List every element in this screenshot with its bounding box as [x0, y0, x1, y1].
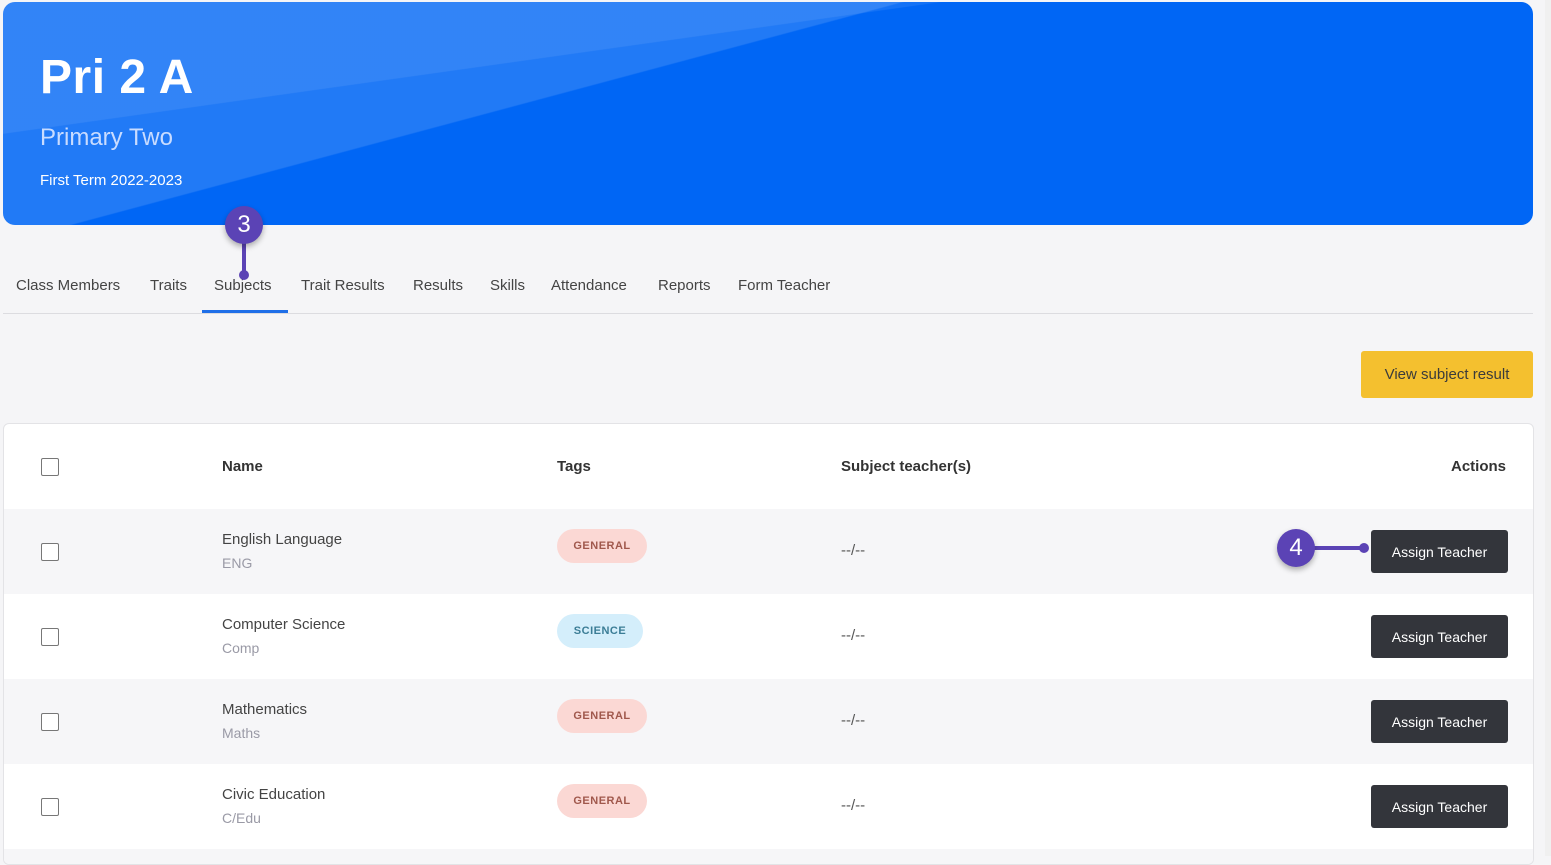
tab-attendance[interactable]: Attendance: [551, 277, 627, 294]
page-scrollbar[interactable]: [1545, 0, 1551, 856]
step-4-badge: 4: [1277, 529, 1315, 567]
subject-name: Civic Education: [222, 786, 326, 803]
subject-teacher: --/--: [841, 712, 866, 729]
active-tab-indicator: [202, 310, 288, 313]
subject-name: Mathematics: [222, 701, 308, 718]
tab-form-teacher[interactable]: Form Teacher: [738, 277, 830, 294]
subject-name: Computer Science: [222, 616, 346, 633]
subject-teacher: --/--: [841, 797, 866, 814]
banner-decoration: [3, 2, 1533, 225]
assign-teacher-button[interactable]: Assign Teacher: [1371, 530, 1508, 573]
column-header-tags: Tags: [557, 458, 591, 475]
view-subject-result-button[interactable]: View subject result: [1361, 351, 1533, 398]
table-row: Civic Education C/Edu GENERAL --/-- Assi…: [4, 764, 1533, 849]
subject-code: ENG: [222, 555, 253, 571]
tab-trait-results[interactable]: Trait Results: [301, 277, 385, 294]
assign-teacher-button[interactable]: Assign Teacher: [1371, 615, 1508, 658]
step-4-pointer-dot: [1359, 543, 1369, 553]
subject-code: Comp: [222, 640, 260, 656]
column-header-name: Name: [222, 458, 263, 475]
subject-tag: GENERAL: [557, 699, 647, 733]
select-all-checkbox[interactable]: [41, 458, 59, 476]
subjects-table: Name Tags Subject teacher(s) Actions Eng…: [3, 423, 1534, 865]
assign-teacher-button[interactable]: Assign Teacher: [1371, 785, 1508, 828]
class-level: Primary Two: [40, 124, 173, 151]
row-checkbox[interactable]: [41, 543, 59, 561]
row-checkbox[interactable]: [41, 798, 59, 816]
subject-tag: GENERAL: [557, 784, 647, 818]
subject-name: English Language: [222, 531, 343, 548]
class-tabs: Class Members Traits Subjects Trait Resu…: [3, 265, 1533, 314]
subject-code: C/Edu: [222, 810, 261, 826]
class-header-banner: Pri 2 A Primary Two First Term 2022-2023: [3, 2, 1533, 225]
subject-tag: SCIENCE: [557, 614, 643, 648]
table-row: [4, 849, 1533, 864]
table-row: Computer Science Comp SCIENCE --/-- Assi…: [4, 594, 1533, 679]
column-header-teachers: Subject teacher(s): [841, 458, 972, 475]
subject-tag: GENERAL: [557, 529, 647, 563]
subject-teacher: --/--: [841, 542, 866, 559]
class-title: Pri 2 A: [40, 51, 194, 104]
column-header-actions: Actions: [1451, 458, 1507, 475]
table-header: Name Tags Subject teacher(s) Actions: [4, 424, 1533, 509]
table-row: Mathematics Maths GENERAL --/-- Assign T…: [4, 679, 1533, 764]
tab-class-members[interactable]: Class Members: [16, 277, 120, 294]
row-checkbox[interactable]: [41, 713, 59, 731]
subject-teacher: --/--: [841, 627, 866, 644]
subject-code: Maths: [222, 725, 261, 741]
step-3-pointer-dot: [239, 270, 249, 280]
tab-skills[interactable]: Skills: [490, 277, 525, 294]
tab-results[interactable]: Results: [413, 277, 463, 294]
tab-traits[interactable]: Traits: [150, 277, 187, 294]
term-label: First Term 2022-2023: [40, 172, 183, 189]
tab-reports[interactable]: Reports: [658, 277, 711, 294]
row-checkbox[interactable]: [41, 628, 59, 646]
step-3-badge: 3: [225, 206, 263, 244]
assign-teacher-button[interactable]: Assign Teacher: [1371, 700, 1508, 743]
